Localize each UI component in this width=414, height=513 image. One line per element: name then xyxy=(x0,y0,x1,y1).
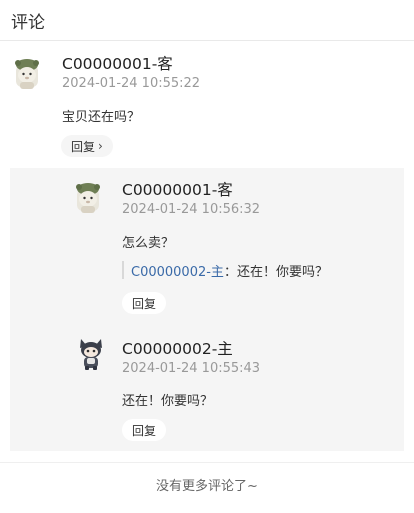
reply-author[interactable]: C00000001-客 xyxy=(122,178,233,200)
reply-label: 回复 xyxy=(71,139,96,154)
chevron-right-icon: › xyxy=(98,139,103,153)
reply-button[interactable]: 回复 xyxy=(122,419,167,441)
page-title: 评论 xyxy=(11,12,45,33)
bear-avatar-icon[interactable] xyxy=(12,56,42,90)
footer-divider xyxy=(0,462,414,463)
reply-text: 怎么卖？ xyxy=(122,236,175,251)
replies-panel: C00000001-客 2024-01-24 10:56:32 怎么卖？ C00… xyxy=(10,168,404,451)
reply-time: 2024-01-24 10:55:43 xyxy=(122,361,261,376)
comment-time: 2024-01-24 10:55:22 xyxy=(62,76,201,91)
quote-separator: ： xyxy=(223,264,237,280)
comment-text: 宝贝还在吗？ xyxy=(62,110,141,125)
reply-text: 还在！你要吗？ xyxy=(122,394,214,409)
reply-button[interactable]: 回复 › xyxy=(61,135,113,157)
reply-author[interactable]: C00000002-主 xyxy=(122,337,233,359)
quoted-user-link[interactable]: C00000002-主 xyxy=(131,261,224,280)
reply-label: 回复 xyxy=(132,296,157,311)
comments-page: 评论 C00000001-客 2024-01-24 10:55:22 宝贝还在吗… xyxy=(0,0,414,513)
reply-label: 回复 xyxy=(132,423,157,438)
comment-author[interactable]: C00000001-客 xyxy=(62,52,173,74)
bear-avatar-icon[interactable] xyxy=(73,180,103,214)
reply-time: 2024-01-24 10:56:32 xyxy=(122,202,261,217)
cat-avatar-icon[interactable] xyxy=(76,336,106,370)
reply-button[interactable]: 回复 xyxy=(122,292,167,314)
no-more-comments: 没有更多评论了~ xyxy=(156,479,258,494)
quoted-reply: C00000002-主 ： 还在！你要吗？ xyxy=(122,261,328,280)
quoted-text: 还在！你要吗？ xyxy=(236,264,328,280)
header: 评论 xyxy=(0,0,414,41)
